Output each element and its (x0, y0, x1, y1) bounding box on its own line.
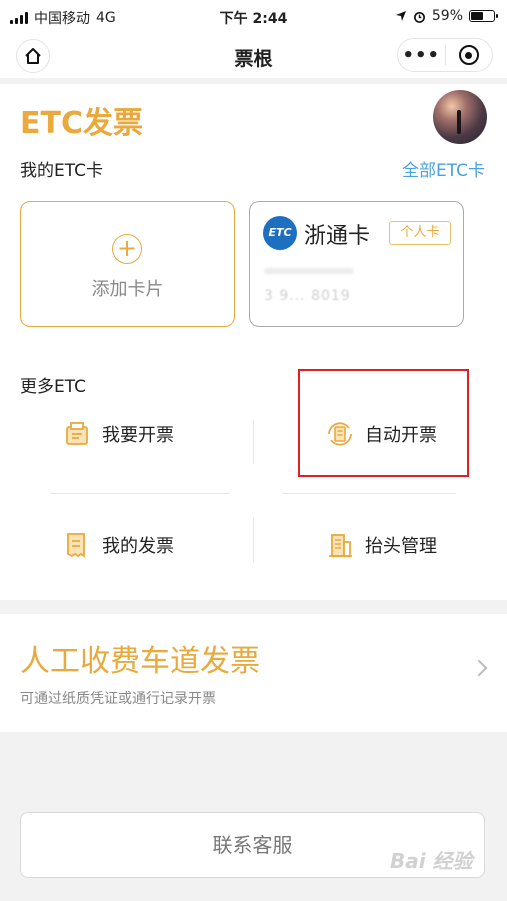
grid-divider (50, 493, 230, 494)
card-name: 浙通卡 (304, 224, 371, 249)
action-label: 我的发票 (102, 536, 174, 557)
title-management-button[interactable]: 抬头管理 (325, 530, 437, 560)
building-icon (329, 534, 352, 557)
battery-icon (469, 10, 498, 22)
all-etc-cards-link[interactable]: 全部ETC卡 (402, 156, 485, 181)
my-invoice-icon (67, 533, 85, 558)
my-etc-cards-label: 我的ETC卡 (20, 161, 103, 181)
etc-card-zhetong[interactable]: ETC 浙通卡 个人卡 3 9... 8019 (249, 201, 464, 327)
location-arrow-icon (395, 11, 406, 21)
etc-logo-icon: ETC (263, 216, 297, 250)
more-etc-label: 更多ETC (20, 377, 86, 397)
miniapp-capsule: ••• (397, 38, 493, 72)
card-holder-masked (264, 268, 354, 274)
manual-invoice-subtitle: 可通过纸质凭证或通行记录开票 (20, 691, 216, 707)
card-number: 3 9... 8019 (264, 288, 351, 304)
status-right: 59% (395, 8, 498, 24)
etc-section: ETC发票 我的ETC卡 全部ETC卡 + 添加卡片 ETC 浙通卡 个人卡 3… (0, 84, 507, 600)
grid-divider (253, 518, 254, 562)
manual-lane-invoice-section[interactable]: 人工收费车道发票 可通过纸质凭证或通行记录开票 (0, 614, 507, 732)
close-miniapp-button[interactable] (446, 39, 493, 71)
action-label: 我要开票 (102, 425, 174, 446)
status-bar: 中国移动 4G 下午 2:44 59% (0, 0, 507, 34)
add-card-button[interactable]: + 添加卡片 (20, 201, 235, 327)
chevron-right-icon (470, 659, 488, 677)
battery-percent: 59% (431, 8, 463, 24)
manual-invoice-title: 人工收费车道发票 (20, 644, 260, 679)
plus-icon: + (112, 234, 142, 264)
grid-divider (282, 493, 456, 494)
target-icon (458, 45, 479, 65)
more-dots-icon: ••• (402, 44, 440, 66)
card-type-badge: 个人卡 (389, 221, 451, 245)
add-card-label: 添加卡片 (91, 279, 164, 300)
more-button[interactable]: ••• (398, 39, 445, 71)
alarm-icon (413, 11, 425, 23)
action-label: 抬头管理 (365, 536, 437, 557)
highlight-annotation (298, 369, 469, 477)
grid-divider (253, 420, 254, 464)
invoice-apply-icon (66, 422, 88, 445)
watermark: Bai 经验 (390, 849, 473, 873)
my-invoices-button[interactable]: 我的发票 (62, 530, 174, 560)
apply-invoice-button[interactable]: 我要开票 (62, 419, 174, 449)
etc-title: ETC发票 (20, 106, 143, 141)
nav-bar: 票根 ••• (0, 34, 507, 78)
avatar[interactable] (433, 90, 487, 144)
